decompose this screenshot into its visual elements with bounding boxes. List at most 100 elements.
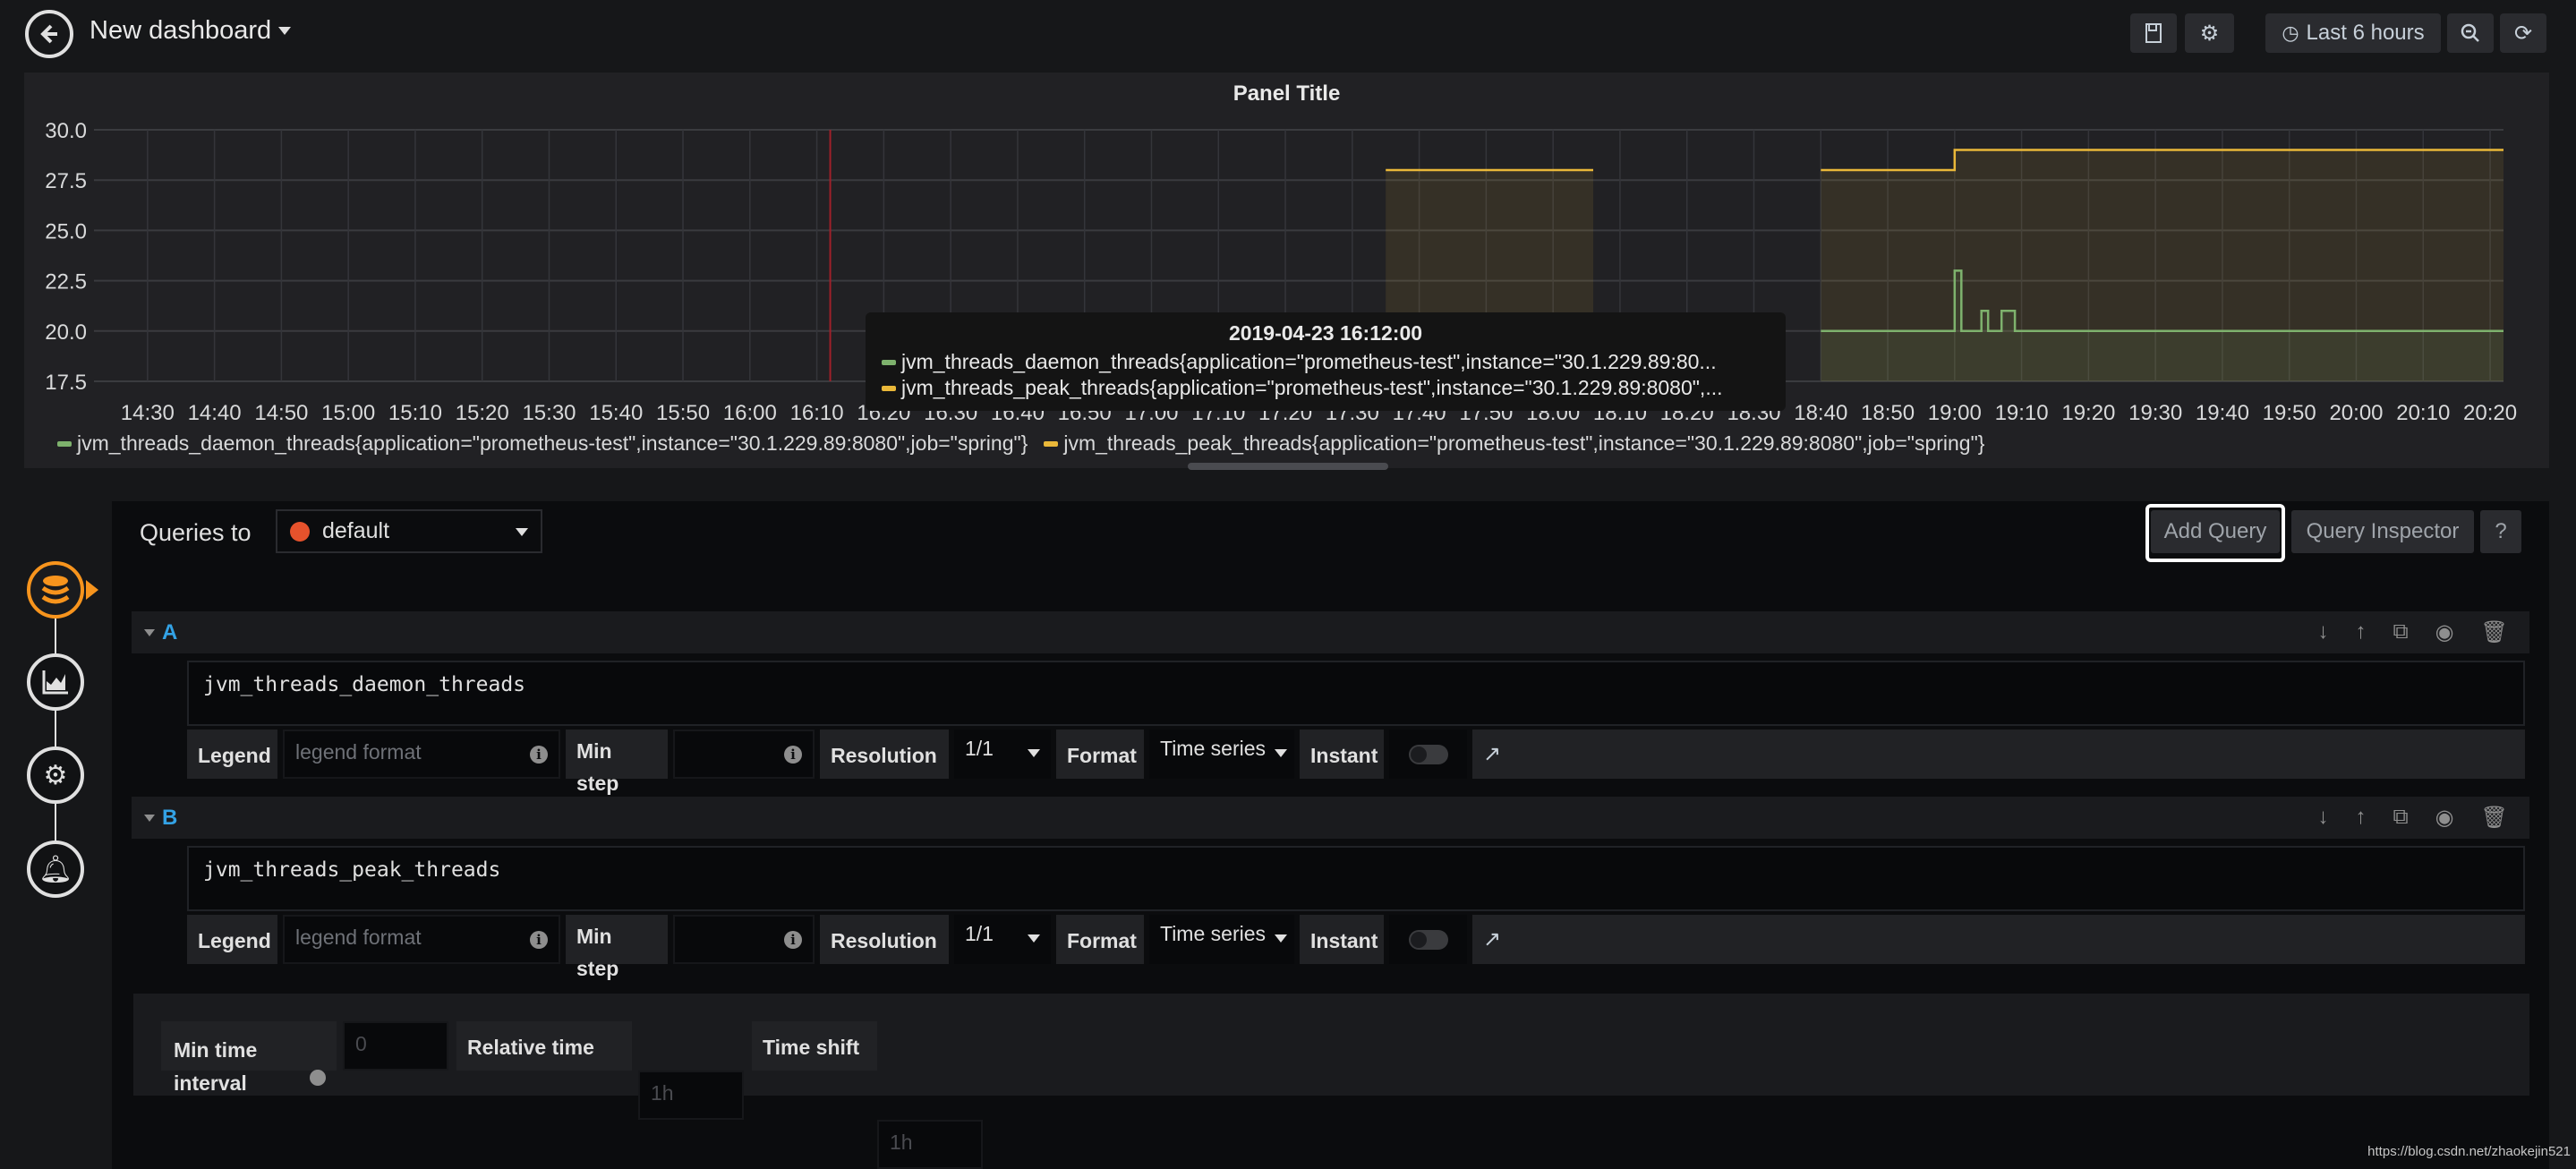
- min-step-input[interactable]: i: [673, 915, 815, 964]
- eye-icon[interactable]: ◉: [2435, 619, 2454, 645]
- x-tick-label: 19:00: [1928, 401, 1982, 425]
- share-icon[interactable]: ↗: [1483, 926, 1501, 952]
- instant-toggle[interactable]: [1389, 730, 1467, 779]
- y-tick-label: 25.0: [45, 219, 87, 243]
- time-picker[interactable]: ◷ Last 6 hours: [2265, 13, 2441, 53]
- legend-item[interactable]: jvm_threads_daemon_threads{application="…: [57, 431, 1028, 456]
- y-tick-label: 20.0: [45, 320, 87, 345]
- legend-item[interactable]: jvm_threads_peak_threads{application="pr…: [1044, 431, 1984, 456]
- info-icon: i: [530, 746, 548, 764]
- collapse-caret-icon: [144, 814, 155, 822]
- series-swatch: [57, 440, 72, 447]
- query-ref: B: [162, 805, 178, 830]
- x-tick-label: 15:00: [321, 401, 375, 425]
- eye-icon[interactable]: ◉: [2435, 805, 2454, 831]
- duplicate-icon[interactable]: ⧉: [2393, 619, 2408, 645]
- relative-time-placeholder: 1h: [651, 1081, 674, 1105]
- format-select[interactable]: Time series: [1149, 730, 1294, 779]
- x-tick-label: 14:50: [254, 401, 308, 425]
- caret-down-icon: [1275, 749, 1287, 757]
- x-tick-label: 15:10: [388, 401, 442, 425]
- legend-label: jvm_threads_daemon_threads{application="…: [77, 431, 1028, 455]
- time-range-label: Last 6 hours: [2306, 21, 2425, 45]
- relative-time-input[interactable]: 1h: [638, 1071, 744, 1120]
- min-time-interval-placeholder: 0: [355, 1032, 367, 1055]
- legend-format-input[interactable]: legend format i: [283, 730, 560, 779]
- duplicate-icon[interactable]: ⧉: [2393, 805, 2408, 831]
- x-tick-label: 15:20: [456, 401, 509, 425]
- tooltip-series: jvm_threads_peak_threads{application="pr…: [901, 376, 1723, 399]
- settings-button[interactable]: ⚙: [2185, 13, 2234, 53]
- graph-panel: Panel Title 30.0 27.5 25.0 22.5 20.0 17.5 14:3…: [24, 73, 2549, 470]
- legend-label: Legend: [187, 915, 277, 964]
- legend-label: Legend: [187, 730, 277, 779]
- caret-down-icon: [1275, 934, 1287, 943]
- datasource-select[interactable]: default: [276, 509, 542, 553]
- time-shift-input[interactable]: 1h: [877, 1120, 983, 1169]
- resolution-select[interactable]: 1/1: [954, 915, 1051, 964]
- side-nav-visualization[interactable]: [27, 653, 84, 711]
- x-tick-label: 14:30: [121, 401, 175, 425]
- datasource-name: default: [322, 518, 390, 543]
- move-down-icon[interactable]: ↓: [2317, 619, 2328, 645]
- gear-wrench-icon: ⚙: [43, 760, 68, 790]
- instant-toggle[interactable]: [1389, 915, 1467, 964]
- resolution-select[interactable]: 1/1: [954, 730, 1051, 779]
- side-nav-general[interactable]: ⚙: [27, 747, 84, 804]
- query-inspector-button[interactable]: Query Inspector: [2291, 510, 2474, 553]
- zoom-out-button[interactable]: [2447, 13, 2494, 53]
- y-tick-label: 27.5: [45, 169, 87, 193]
- resolution-label: Resolution: [820, 730, 949, 779]
- query-ref: A: [162, 619, 178, 644]
- min-step-input[interactable]: i: [673, 730, 815, 779]
- info-icon: i: [784, 931, 802, 949]
- watermark: https://blog.csdn.net/zhaokejin521: [2367, 1144, 2571, 1159]
- instant-label: Instant: [1300, 915, 1384, 964]
- move-down-icon[interactable]: ↓: [2317, 805, 2328, 831]
- active-pointer: [86, 580, 98, 600]
- horizontal-scrollbar[interactable]: [1188, 463, 1388, 470]
- add-query-button[interactable]: Add Query: [2151, 510, 2280, 553]
- save-button[interactable]: [2130, 13, 2177, 53]
- bell-icon: 🔔︎: [38, 854, 73, 884]
- query-options-row: Legend legend format i Min step i Resolut…: [187, 915, 2525, 980]
- x-tick-label: 19:50: [2263, 401, 2316, 425]
- series-swatch: [882, 359, 896, 365]
- query-row-header-b[interactable]: B ↓ ↑ ⧉ ◉ 🗑︎: [132, 797, 2529, 839]
- x-tick-label: 18:50: [1861, 401, 1915, 425]
- info-icon: i: [530, 931, 548, 949]
- query-expression-input[interactable]: jvm_threads_daemon_threads: [187, 661, 2525, 726]
- move-up-icon[interactable]: ↑: [2355, 619, 2366, 645]
- x-tick-label: 19:30: [2128, 401, 2182, 425]
- database-icon: [41, 576, 70, 604]
- dashboard-title[interactable]: New dashboard: [90, 16, 292, 46]
- format-select[interactable]: Time series: [1149, 915, 1294, 964]
- x-tick-label: 15:50: [656, 401, 710, 425]
- share-icon[interactable]: ↗: [1483, 741, 1501, 767]
- side-nav-queries[interactable]: [27, 561, 84, 619]
- x-tick-label: 19:10: [1995, 401, 2049, 425]
- query-options-row: Legend legend format i Min step i Resolut…: [187, 730, 2525, 795]
- x-tick-label: 16:10: [790, 401, 844, 425]
- format-label: Format: [1056, 915, 1144, 964]
- graph-legend: jvm_threads_daemon_threads{application="…: [57, 431, 1984, 456]
- tooltip-row: jvm_threads_peak_threads{application="pr…: [882, 375, 1770, 401]
- side-nav-alert[interactable]: 🔔︎: [27, 840, 84, 898]
- trash-icon[interactable]: 🗑︎: [2481, 805, 2508, 831]
- help-button[interactable]: ?: [2480, 510, 2521, 553]
- query-row-header-a[interactable]: A ↓ ↑ ⧉ ◉ 🗑︎: [132, 611, 2529, 653]
- back-arrow-icon: [40, 24, 57, 44]
- query-expression-input[interactable]: jvm_threads_peak_threads: [187, 846, 2525, 911]
- tooltip-series: jvm_threads_daemon_threads{application="…: [901, 350, 1717, 373]
- legend-format-input[interactable]: legend format i: [283, 915, 560, 964]
- refresh-button[interactable]: ⟳: [2500, 13, 2546, 53]
- caret-down-icon: [516, 528, 528, 536]
- legend-placeholder: legend format: [295, 926, 422, 949]
- min-time-interval-text: Min time interval: [174, 1038, 258, 1095]
- trash-icon[interactable]: 🗑︎: [2481, 619, 2508, 645]
- area-chart-icon: [42, 670, 68, 695]
- back-button[interactable]: [25, 10, 73, 58]
- min-time-interval-input[interactable]: 0: [343, 1021, 448, 1071]
- info-icon: i: [784, 746, 802, 764]
- move-up-icon[interactable]: ↑: [2355, 805, 2366, 831]
